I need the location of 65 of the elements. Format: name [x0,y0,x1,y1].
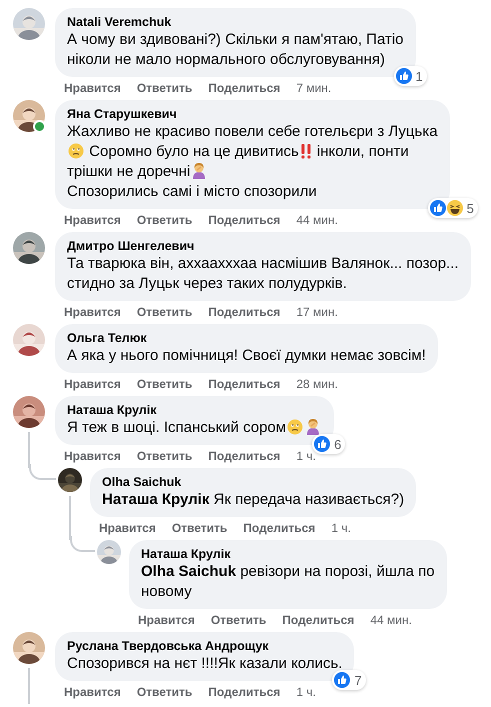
timestamp[interactable]: 1 ч. [331,520,351,534]
person-emoji-icon [191,162,208,179]
face-emoji-icon [287,419,304,435]
author-name[interactable]: Яна Старушкевич [67,106,438,122]
author-name[interactable]: Olha Saichuk [102,474,404,490]
thumbs-up-icon [394,67,413,85]
thumbs-up-icon [333,671,352,689]
action-link[interactable]: Ответить [136,212,192,226]
comment-text: А чому ви здивовані?) Скільки я пам'ятаю, Патіо ніколи не мало нормального обслуговування) [67,31,404,68]
action-link[interactable]: Поделиться [208,304,280,318]
exclamation-icon [300,143,312,159]
thumbs-up-icon [313,435,332,453]
action-link[interactable]: Ответить [136,80,192,94]
author-name[interactable]: Наташа Крулік [67,402,322,418]
action-link[interactable]: Нравится [64,684,121,698]
laughing-face-icon [446,199,464,217]
timestamp[interactable]: 7 мин. [296,80,332,94]
comment-text: Спозорились самі і місто спозорили [67,183,317,200]
action-link[interactable]: Поделиться [208,212,280,226]
action-link[interactable]: Ответить [136,376,192,390]
action-link[interactable]: Поделиться [243,520,316,534]
action-link[interactable]: Нравится [64,376,121,390]
comment-text: Спозорився на нєт !!!!Як казали колись. [67,655,342,672]
comment-text: Наташа Крулік Як передача називається?) [102,491,404,508]
timestamp[interactable]: 17 мин. [296,304,338,318]
action-link[interactable]: Нравится [138,612,195,626]
comment-text: інколи, понти [316,143,409,160]
person-emoji-icon [305,418,322,435]
comment-text: трішки не доречні [67,163,190,180]
face-emoji-icon [68,143,84,159]
action-link[interactable]: Ответить [136,304,192,318]
action-link[interactable]: Поделиться [208,448,280,462]
action-link[interactable]: Ответить [210,612,266,626]
action-link[interactable]: Нравится [64,448,121,462]
timestamp[interactable]: 44 мин. [296,212,338,226]
action-link[interactable]: Поделиться [208,376,280,390]
reaction-badge[interactable]: 6 [312,434,346,454]
timestamp[interactable]: 28 мин. [296,376,338,390]
thumbs-up-icon [428,199,447,217]
reaction-badge[interactable]: 5 [428,198,478,218]
action-link[interactable]: Ответить [172,520,228,534]
action-link[interactable]: Поделиться [208,684,280,698]
comment-text: А яка у нього помічниця! Своєї думки немає зовсім! [67,347,426,364]
action-link[interactable]: Нравится [64,212,121,226]
comment-text: Я теж в шоці. Іспанський сором [67,419,286,436]
action-link[interactable]: Нравится [99,520,156,534]
reaction-badge[interactable]: 7 [332,670,366,690]
comment-text: Жахливо не красиво повели себе готельєри з Луцька [67,123,438,140]
author-name[interactable]: Руслана Твердовська Андрощук [67,638,342,654]
action-link[interactable]: Ответить [136,448,192,462]
comment-text: Olha Saichuk ревізори на порозі, йшла по новому [141,563,435,600]
comment-text: Та тварюка він, аххаахххаа насмішив Валянок... позор... стидно за Луцьк через таких полудурків. [67,255,459,292]
action-link[interactable]: Нравится [64,80,121,94]
author-name[interactable]: Наташа Крулік [141,546,435,562]
reaction-badge[interactable]: 1 [394,66,427,86]
author-name[interactable]: Natali Veremchuk [67,14,404,30]
timestamp[interactable]: 1 ч. [296,684,316,698]
author-name[interactable]: Ольга Телюк [67,330,426,346]
action-link[interactable]: Поделиться [282,612,354,626]
timestamp[interactable]: 44 мин. [370,612,412,626]
action-link[interactable]: Ответить [136,684,192,698]
action-link[interactable]: Поделиться [208,80,280,94]
action-link[interactable]: Нравится [64,304,121,318]
author-name[interactable]: Дмитро Шенгелевич [67,238,459,254]
comment-text: Соромно було на це дивитись [88,143,299,160]
